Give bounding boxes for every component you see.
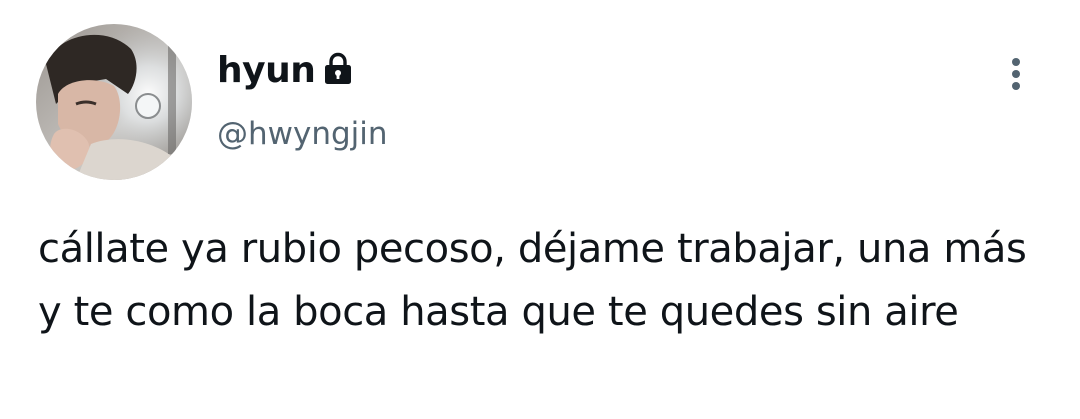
tweet-text: cállate ya rubio pecoso, déjame trabajar… <box>38 226 1027 335</box>
display-name[interactable]: hyun <box>217 46 316 96</box>
avatar[interactable] <box>36 24 192 180</box>
more-options-button[interactable] <box>996 54 1036 94</box>
more-vertical-icon <box>1012 58 1020 90</box>
user-handle[interactable]: @hwyngjin <box>217 112 388 156</box>
author-name-row: hyun <box>217 46 353 96</box>
lock-icon <box>323 52 353 86</box>
tweet-card: hyun @hwyngjin cállate ya rubio pecoso, … <box>0 0 1080 419</box>
avatar-photo <box>36 24 192 180</box>
